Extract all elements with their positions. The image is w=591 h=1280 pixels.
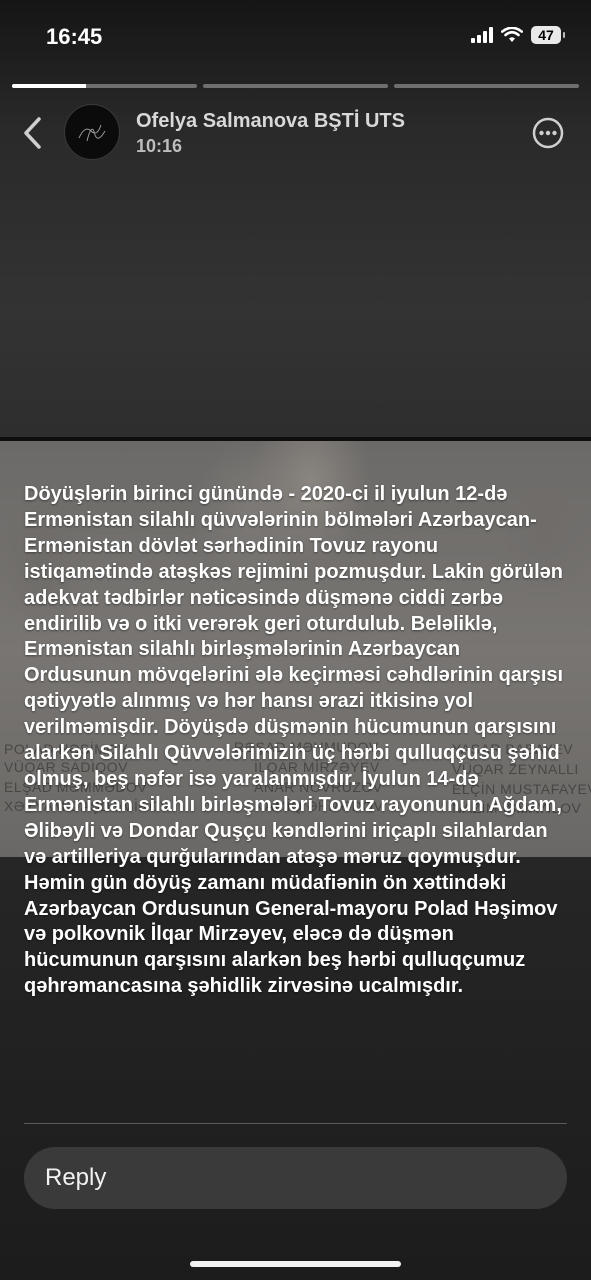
wifi-icon	[501, 27, 523, 42]
story-time: 10:16	[136, 136, 183, 156]
progress-segment	[12, 84, 197, 88]
battery-level: 47	[538, 27, 554, 43]
battery-icon: 47	[531, 26, 565, 44]
reply-placeholder: Reply	[45, 1164, 107, 1191]
progress-segment	[394, 84, 579, 88]
sender-name[interactable]: Ofelya Salmanova BŞTİ UTS	[136, 110, 405, 133]
status-icons: 47	[471, 26, 565, 44]
avatar[interactable]	[64, 104, 120, 160]
ellipsis-circle-icon[interactable]	[532, 117, 564, 149]
progress-fill	[12, 84, 86, 88]
home-indicator	[190, 1261, 401, 1267]
progress-segment	[203, 84, 388, 88]
divider	[24, 1123, 567, 1124]
cellular-signal-icon	[471, 27, 493, 43]
story-background-top	[0, 0, 591, 440]
reply-input[interactable]: Reply	[24, 1147, 567, 1209]
story-progress	[12, 84, 579, 88]
chevron-left-icon[interactable]	[18, 116, 48, 150]
signature-logo-icon	[78, 124, 106, 142]
status-time: 16:45	[46, 24, 103, 49]
story-message-text: Döyüşlərin birinci günündə - 2020-ci il …	[24, 483, 564, 998]
